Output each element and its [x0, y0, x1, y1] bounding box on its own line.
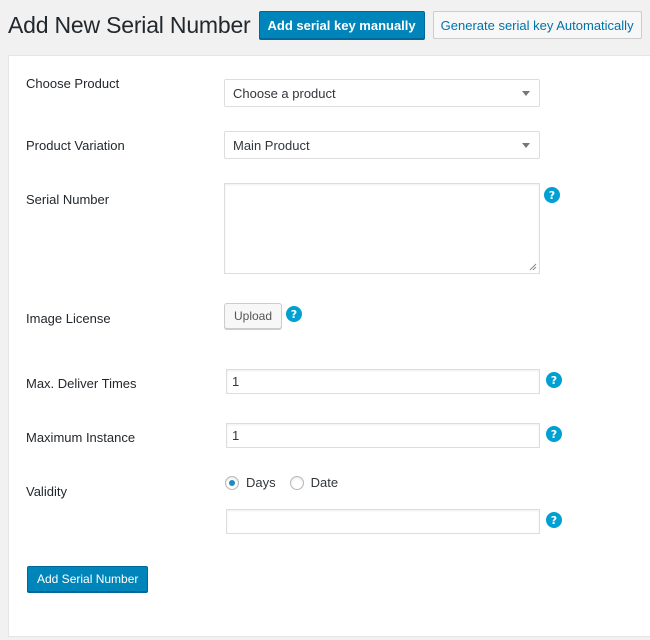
validity-input[interactable]: [226, 509, 540, 534]
date-radio-label[interactable]: Date: [311, 475, 338, 490]
help-icon[interactable]: ?: [546, 426, 562, 442]
resize-grip-icon[interactable]: [529, 263, 537, 271]
days-radio-label[interactable]: Days: [246, 475, 276, 490]
add-manually-button[interactable]: Add serial key manually: [258, 11, 425, 39]
help-icon[interactable]: ?: [546, 512, 562, 528]
help-icon[interactable]: ?: [544, 187, 560, 203]
validity-label: Validity: [26, 484, 67, 499]
page-title: Add New Serial Number: [8, 12, 251, 38]
help-icon[interactable]: ?: [546, 372, 562, 388]
maximum-instance-input[interactable]: 1: [226, 423, 540, 448]
serial-number-label: Serial Number: [26, 192, 110, 207]
max-deliver-times-input[interactable]: 1: [226, 369, 540, 394]
product-variation-label: Product Variation: [26, 138, 125, 153]
validity-radio-group: Days Date: [225, 475, 338, 490]
help-icon[interactable]: ?: [286, 306, 302, 322]
choose-product-select[interactable]: Choose a product: [224, 79, 540, 107]
page-header: Add New Serial Number Add serial key man…: [8, 10, 642, 40]
image-license-label: Image License: [26, 311, 111, 326]
max-deliver-times-label: Max. Deliver Times: [26, 376, 137, 391]
date-radio[interactable]: [289, 475, 304, 490]
upload-button[interactable]: Upload: [224, 303, 283, 329]
dropdown-caret-icon: [522, 91, 530, 96]
dropdown-caret-icon: [522, 143, 530, 148]
choose-product-value: Choose a product: [233, 85, 336, 101]
product-variation-select[interactable]: Main Product: [224, 131, 540, 159]
add-serial-number-button[interactable]: Add Serial Number: [27, 566, 149, 592]
serial-form: Choose Product Choose a product Product …: [8, 55, 650, 637]
days-radio[interactable]: [225, 475, 239, 490]
serial-number-textarea[interactable]: [224, 183, 540, 274]
maximum-instance-label: Maximum Instance: [26, 430, 136, 445]
choose-product-label: Choose Product: [26, 76, 120, 91]
generate-automatically-button[interactable]: Generate serial key Automatically: [432, 11, 642, 39]
product-variation-value: Main Product: [233, 137, 310, 153]
